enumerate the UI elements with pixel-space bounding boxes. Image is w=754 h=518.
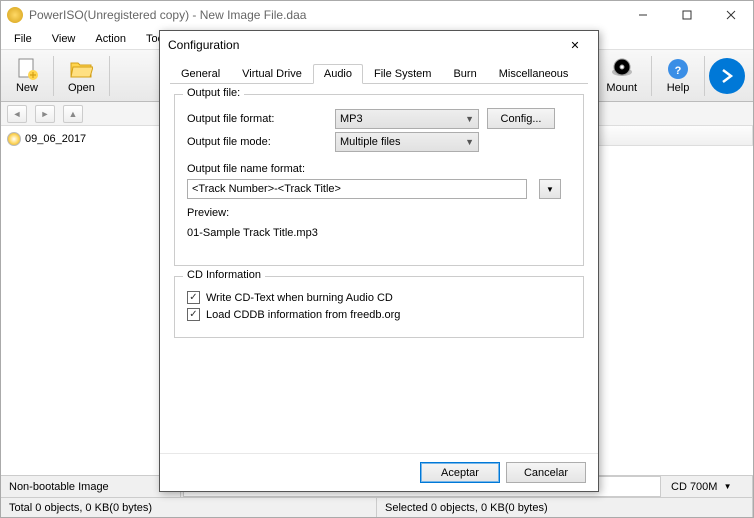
output-format-label: Output file format:	[187, 113, 327, 125]
arrow-up-icon: ▲	[69, 109, 78, 119]
load-cddb-checkbox[interactable]: ✓	[187, 308, 200, 321]
tab-burn[interactable]: Burn	[442, 64, 487, 84]
preview-label: Preview:	[187, 207, 571, 219]
window-controls	[621, 1, 753, 29]
arrow-right-icon: ►	[41, 109, 50, 119]
menu-file[interactable]: File	[6, 31, 40, 47]
close-icon: ✕	[570, 39, 579, 52]
dialog-tabs: General Virtual Drive Audio File System …	[170, 63, 588, 84]
tree-item-label: 09_06_2017	[25, 133, 86, 145]
tree-item[interactable]: 09_06_2017	[5, 130, 156, 148]
open-icon	[69, 57, 93, 81]
forward-button[interactable]: ►	[35, 105, 55, 123]
help-icon: ?	[666, 57, 690, 81]
status-bar: Total 0 objects, 0 KB(0 bytes) Selected …	[1, 497, 753, 517]
chevron-down-icon: ▼	[724, 482, 732, 491]
output-format-value: MP3	[340, 113, 363, 125]
open-button[interactable]: Open	[58, 53, 105, 99]
group-title: Output file:	[183, 87, 244, 99]
name-format-dropdown[interactable]: ▼	[539, 179, 561, 199]
config-button[interactable]: Config...	[487, 108, 555, 129]
load-cddb-label: Load CDDB information from freedb.org	[206, 309, 400, 321]
tab-file-system[interactable]: File System	[363, 64, 442, 84]
preview-value: 01-Sample Track Title.mp3	[187, 227, 571, 239]
titlebar: PowerISO(Unregistered copy) - New Image …	[1, 1, 753, 29]
window-title: PowerISO(Unregistered copy) - New Image …	[29, 8, 621, 22]
cd-icon	[7, 132, 21, 146]
arrow-right-icon[interactable]	[709, 58, 745, 94]
name-format-field[interactable]: <Track Number>-<Track Title>	[187, 179, 527, 199]
cd-information-group: CD Information ✓ Write CD-Text when burn…	[174, 276, 584, 338]
app-icon	[7, 7, 23, 23]
chevron-down-icon: ▼	[546, 185, 554, 194]
bootable-status: Non-bootable Image	[1, 476, 181, 497]
status-total: Total 0 objects, 0 KB(0 bytes)	[1, 498, 377, 517]
mount-button[interactable]: Mount	[596, 53, 647, 99]
dialog-close-button[interactable]: ✕	[560, 33, 590, 57]
mount-icon	[610, 57, 634, 81]
name-format-label: Output file name format:	[187, 163, 571, 175]
output-mode-label: Output file mode:	[187, 136, 327, 148]
output-mode-value: Multiple files	[340, 136, 401, 148]
name-format-value: <Track Number>-<Track Title>	[192, 183, 341, 195]
cancel-button[interactable]: Cancelar	[506, 462, 586, 483]
help-label: Help	[667, 82, 690, 94]
tab-miscellaneous[interactable]: Miscellaneous	[488, 64, 580, 84]
arrow-left-icon: ◄	[13, 109, 22, 119]
tab-content: Output file: Output file format: MP3 ▼ C…	[160, 84, 598, 453]
dialog-button-row: Aceptar Cancelar	[160, 453, 598, 491]
write-cdtext-checkbox[interactable]: ✓	[187, 291, 200, 304]
help-button[interactable]: ? Help	[656, 53, 700, 99]
chevron-down-icon: ▼	[465, 114, 474, 124]
output-format-combo[interactable]: MP3 ▼	[335, 109, 479, 129]
disc-size-selector[interactable]: CD 700M ▼	[663, 476, 753, 497]
status-selected: Selected 0 objects, 0 KB(0 bytes)	[377, 498, 753, 517]
output-mode-combo[interactable]: Multiple files ▼	[335, 132, 479, 152]
toolbar-separator	[651, 56, 652, 96]
back-button[interactable]: ◄	[7, 105, 27, 123]
tab-audio[interactable]: Audio	[313, 64, 363, 84]
dialog-title: Configuration	[168, 38, 560, 52]
toolbar-separator	[704, 56, 705, 96]
group-title: CD Information	[183, 269, 265, 281]
toolbar-separator	[53, 56, 54, 96]
close-button[interactable]	[709, 1, 753, 29]
write-cdtext-label: Write CD-Text when burning Audio CD	[206, 292, 393, 304]
chevron-down-icon: ▼	[465, 137, 474, 147]
open-label: Open	[68, 82, 95, 94]
minimize-button[interactable]	[621, 1, 665, 29]
output-file-group: Output file: Output file format: MP3 ▼ C…	[174, 94, 584, 266]
svg-text:?: ?	[675, 65, 682, 77]
menu-view[interactable]: View	[44, 31, 84, 47]
new-icon	[15, 57, 39, 81]
up-button[interactable]: ▲	[63, 105, 83, 123]
configuration-dialog: Configuration ✕ General Virtual Drive Au…	[159, 30, 599, 492]
maximize-button[interactable]	[665, 1, 709, 29]
new-button[interactable]: New	[5, 53, 49, 99]
tree-panel: 09_06_2017	[1, 126, 161, 475]
tab-virtual-drive[interactable]: Virtual Drive	[231, 64, 313, 84]
mount-label: Mount	[606, 82, 637, 94]
menu-action[interactable]: Action	[87, 31, 134, 47]
ok-button[interactable]: Aceptar	[420, 462, 500, 483]
new-label: New	[16, 82, 38, 94]
tab-general[interactable]: General	[170, 64, 231, 84]
dialog-titlebar: Configuration ✕	[160, 31, 598, 59]
toolbar-separator	[109, 56, 110, 96]
